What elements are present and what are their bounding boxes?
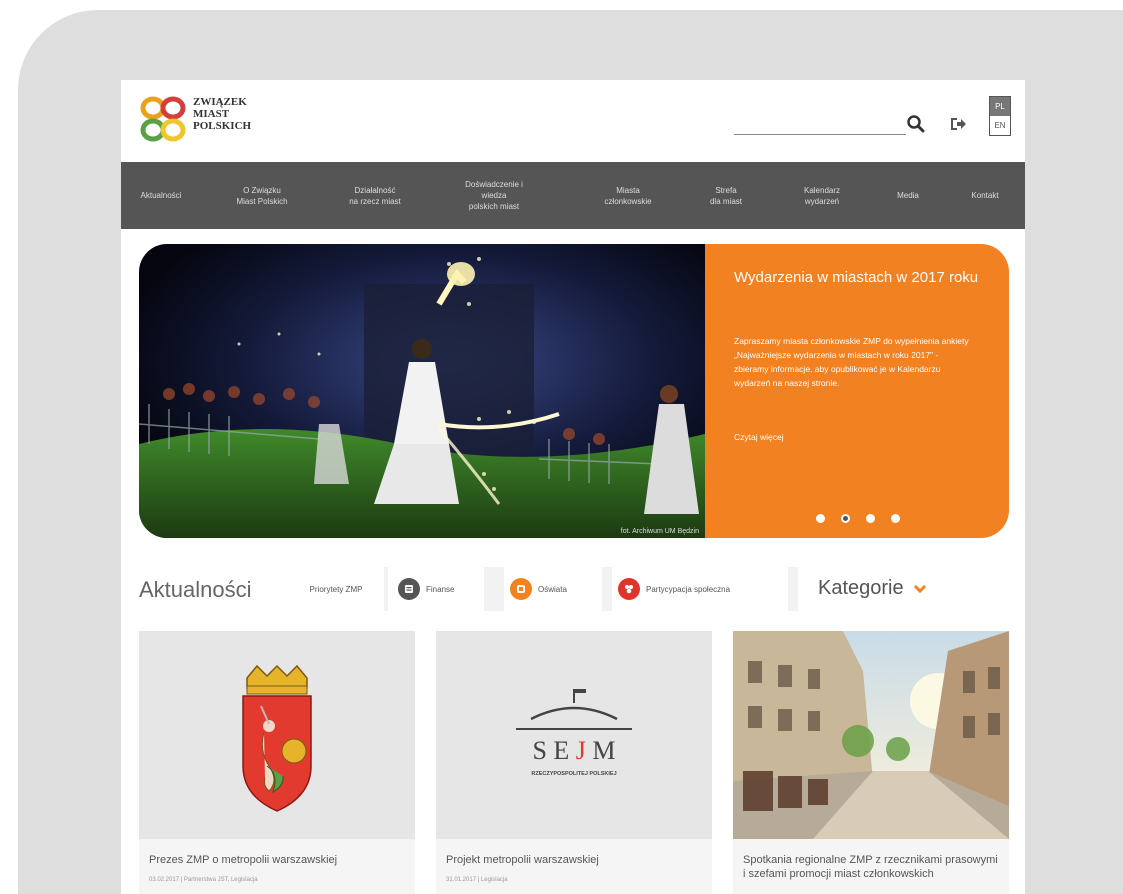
category-priorytety[interactable]: Priorytety ZMP: [288, 567, 384, 611]
category-oswiata[interactable]: Oświata: [504, 567, 602, 611]
nav-item-kontakt[interactable]: Kontakt: [953, 162, 1017, 229]
hero-photo: fot. Archiwum UM Będzin: [139, 244, 705, 538]
logo-line-1: ZWIĄZEK: [193, 96, 247, 108]
slider-dots: [816, 514, 900, 523]
kategorie-label: Kategorie: [818, 577, 904, 599]
slider-dot-1[interactable]: [816, 514, 825, 523]
read-more-link[interactable]: Czytaj więcej: [734, 432, 784, 442]
nav-item-strefa[interactable]: Strefa dla miast: [699, 162, 753, 229]
svg-text:RZECZYPOSPOLITEJ POLSKIEJ: RZECZYPOSPOLITEJ POLSKIEJ: [531, 771, 616, 777]
logo-line-3: POLSKICH: [193, 120, 252, 132]
category-label: Finanse: [426, 584, 455, 594]
category-label: Partycypacja społeczna: [646, 584, 731, 594]
search-icon[interactable]: [906, 114, 926, 134]
participation-icon: [618, 578, 640, 600]
nav-item-o-zwiazku[interactable]: O Związku Miast Polskich: [217, 162, 307, 229]
card-title[interactable]: Projekt metropolii warszawskiej: [446, 853, 704, 867]
card-meta: 31.01.2017 | Legislacja: [446, 877, 508, 883]
website-screen: ZWIĄZEK MIAST POLSKICH PL EN Aktualności…: [121, 80, 1025, 894]
logo-line-2: MIAST: [193, 108, 230, 120]
nav-item-miasta[interactable]: Miasta członkowskie: [586, 162, 670, 229]
news-section-title: Aktualności: [139, 577, 252, 602]
news-card[interactable]: Prezes ZMP o metropolii warszawskiej 03.…: [139, 631, 415, 894]
card-title[interactable]: Spotkania regionalne ZMP z rzecznikami p…: [743, 853, 1001, 881]
category-partycypacja[interactable]: Partycypacja społeczna: [612, 567, 788, 611]
warsaw-coat-of-arms-image: [139, 631, 415, 839]
slider-dot-3[interactable]: [866, 514, 875, 523]
logo-text: ZWIĄZEK MIAST POLSKICH: [193, 96, 251, 132]
news-card[interactable]: Spotkania regionalne ZMP z rzecznikami p…: [733, 631, 1009, 894]
hero-slider: fot. Archiwum UM Będzin Wydarzenia w mia…: [139, 244, 1009, 538]
nav-item-kalendarz[interactable]: Kalendarz wydarzeń: [789, 162, 855, 229]
lang-option-pl[interactable]: PL: [990, 97, 1010, 116]
category-label: Oświata: [538, 584, 567, 594]
news-card[interactable]: S E J M RZECZYPOSPOLITEJ POLSKIEJ Projek…: [436, 631, 712, 894]
card-title[interactable]: Prezes ZMP o metropolii warszawskiej: [149, 853, 407, 867]
main-nav: Aktualności O Związku Miast Polskich Dzi…: [121, 162, 1025, 229]
nav-item-dzialalnosc[interactable]: Działalność na rzecz miast: [331, 162, 419, 229]
hero-title[interactable]: Wydarzenia w miastach w 2017 roku: [734, 269, 984, 287]
finance-icon: [398, 578, 420, 600]
lang-option-en[interactable]: EN: [990, 116, 1010, 135]
search-input[interactable]: [734, 134, 906, 135]
hero-panel: Wydarzenia w miastach w 2017 roku Zapras…: [705, 244, 1009, 538]
nav-item-aktualnosci[interactable]: Aktualności: [129, 162, 193, 229]
category-finanse[interactable]: Finanse: [388, 567, 484, 611]
site-logo[interactable]: ZWIĄZEK MIAST POLSKICH: [139, 94, 279, 148]
news-bar: Aktualności Priorytety ZMP Finanse Oświa…: [139, 567, 1009, 611]
chevron-down-icon: [914, 584, 927, 594]
language-switcher[interactable]: PL EN: [989, 96, 1011, 136]
slider-dot-2[interactable]: [841, 514, 850, 523]
category-strip: Priorytety ZMP Finanse Oświata Partycypa…: [288, 567, 1009, 611]
nav-item-media[interactable]: Media: [886, 162, 930, 229]
sejm-logo-image: S E J M RZECZYPOSPOLITEJ POLSKIEJ: [436, 631, 712, 839]
card-meta: 03.02.2017 | Partnerstwa JST, Legislacja: [149, 877, 258, 883]
logo-rings-icon: [140, 96, 186, 142]
nav-item-doswiadczenie[interactable]: Doświadczenie i wiedza polskich miast: [445, 162, 543, 229]
slider-dot-4[interactable]: [891, 514, 900, 523]
site-header: ZWIĄZEK MIAST POLSKICH PL EN: [121, 80, 1025, 162]
education-icon: [510, 578, 532, 600]
category-label: Priorytety ZMP: [309, 584, 363, 594]
kategorie-dropdown[interactable]: Kategorie: [818, 577, 927, 600]
sejm-logo-text: S E J M: [532, 736, 615, 765]
logout-icon[interactable]: [948, 114, 968, 134]
photo-credit: fot. Archiwum UM Będzin: [620, 528, 699, 535]
city-street-image: [733, 631, 1009, 839]
hero-text: Zapraszamy miasta członkowskie ZMP do wy…: [734, 336, 969, 388]
